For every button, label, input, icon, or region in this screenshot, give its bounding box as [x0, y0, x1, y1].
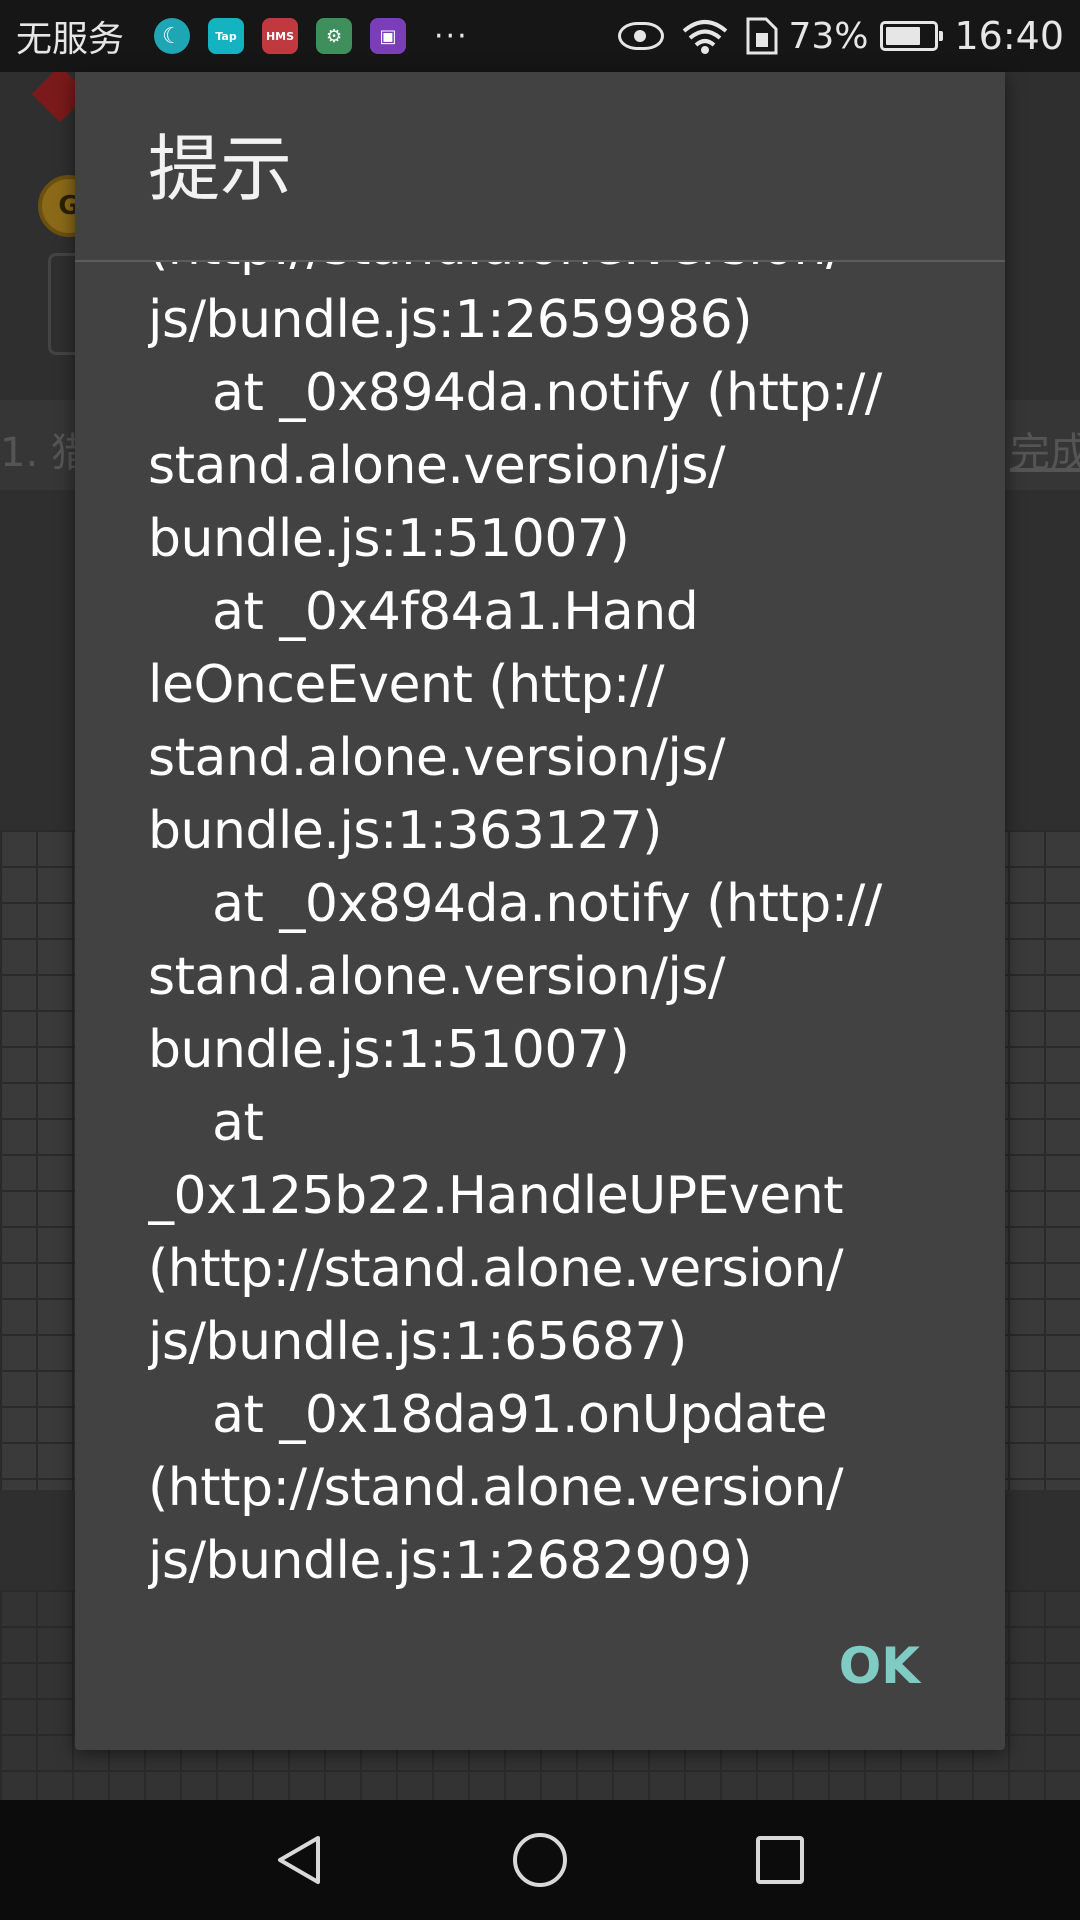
dialog-message-scroll[interactable]: (http://stand.alone.version/ js/bundle.j… — [148, 262, 948, 1642]
more-notifications-icon: ··· — [434, 18, 469, 54]
clock: 16:40 — [954, 14, 1064, 58]
navigation-bar — [0, 1800, 1080, 1920]
notification-icons: ☾ Tap HMS ⚙ ▣ ··· — [136, 18, 469, 54]
alert-dialog: 提示 (http://stand.alone.version/ js/bundl… — [75, 72, 1005, 1750]
recent-apps-icon[interactable] — [750, 1830, 810, 1890]
moon-icon: ☾ — [154, 18, 191, 54]
robot-icon: ⚙ — [316, 18, 353, 54]
hms-icon: HMS — [262, 18, 299, 54]
carrier-label: 无服务 — [16, 19, 125, 60]
home-icon[interactable] — [510, 1830, 570, 1890]
dialog-message-text: (http://stand.alone.version/ js/bundle.j… — [148, 262, 882, 1591]
battery-level-fill — [886, 27, 921, 45]
back-icon[interactable] — [270, 1830, 330, 1890]
tap-icon: Tap — [208, 18, 245, 54]
background-complete-link: 完成 — [1010, 430, 1080, 476]
sim-card-icon — [746, 17, 778, 55]
dialog-title: 提示 — [148, 127, 293, 211]
ok-button[interactable]: OK — [839, 1637, 920, 1695]
battery-percentage: 73% — [788, 15, 869, 57]
status-bar: 无服务 ☾ Tap HMS ⚙ ▣ ··· 73% 16:40 — [0, 0, 1080, 72]
battery-icon — [880, 21, 944, 51]
eye-comfort-icon — [618, 22, 665, 50]
wifi-icon — [683, 20, 728, 54]
gallery-icon: ▣ — [370, 18, 407, 54]
status-right: 73% 16:40 — [618, 14, 1064, 58]
